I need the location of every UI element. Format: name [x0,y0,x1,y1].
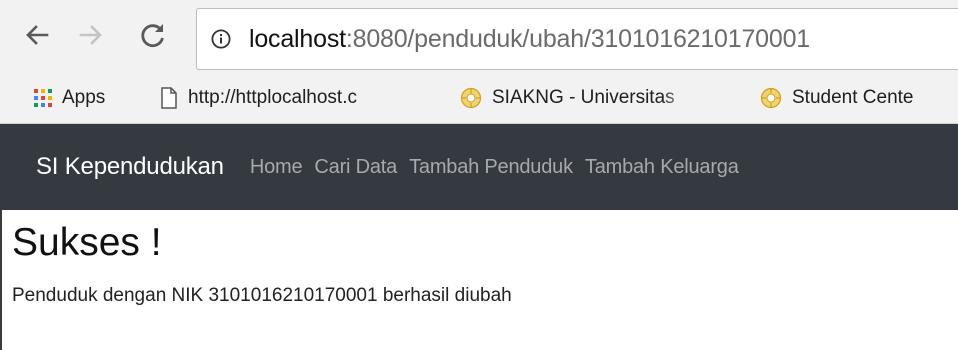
bookmark-label: Student Cente [792,87,914,108]
apps-grid-icon [34,89,52,107]
ui-logo-icon [760,87,782,109]
forward-arrow-icon [79,25,102,45]
bookmark-student-center[interactable]: Student Cente [760,72,913,124]
back-arrow-icon [26,25,49,45]
address-bar[interactable]: localhost:8080/penduduk/ubah/31010162101… [196,8,958,70]
bookmark-label: Apps [62,87,106,108]
url-host: localhost [249,25,346,53]
page-title: Sukses ! [12,221,162,264]
success-message: Penduduk dengan NIK 3101016210170001 ber… [12,285,512,306]
page-icon [161,87,177,109]
browser-window: localhost:8080/penduduk/ubah/31010162101… [0,0,958,350]
bookmark-siakng[interactable]: SIAKNG - Universitas [460,72,692,124]
back-button[interactable] [20,18,54,52]
navbar-brand[interactable]: SI Kependudukan [36,153,224,181]
ui-logo-icon [460,87,482,109]
page-content: Sukses ! Penduduk dengan NIK 31010162101… [0,210,958,350]
nav-link-tambah-penduduk[interactable]: Tambah Penduduk [409,156,573,179]
reload-icon [141,24,164,48]
bookmark-localhost[interactable]: http://httplocalhost.c [160,72,396,124]
reload-button[interactable] [136,18,170,52]
bookmark-label: http://httplocalhost.c [188,87,357,108]
nav-link-home[interactable]: Home [250,156,303,179]
bookmarks-bar: Apps http://httplocalhost.c SIAKNG - Uni… [0,72,958,124]
browser-toolbar: localhost:8080/penduduk/ubah/31010162101… [0,0,958,72]
nav-link-cari-data[interactable]: Cari Data [314,156,397,179]
info-icon[interactable] [211,29,231,49]
url-path: :8080/penduduk/ubah/3101016210170001 [345,25,810,53]
bookmark-label: SIAKNG - Universitas [492,87,675,108]
site-navbar: SI Kependudukan Home Cari Data Tambah Pe… [0,124,958,210]
bookmark-apps[interactable]: Apps [34,72,105,124]
nav-link-tambah-keluarga[interactable]: Tambah Keluarga [585,156,739,179]
url-text[interactable]: localhost:8080/penduduk/ubah/31010162101… [249,24,810,54]
forward-button[interactable] [74,18,108,52]
